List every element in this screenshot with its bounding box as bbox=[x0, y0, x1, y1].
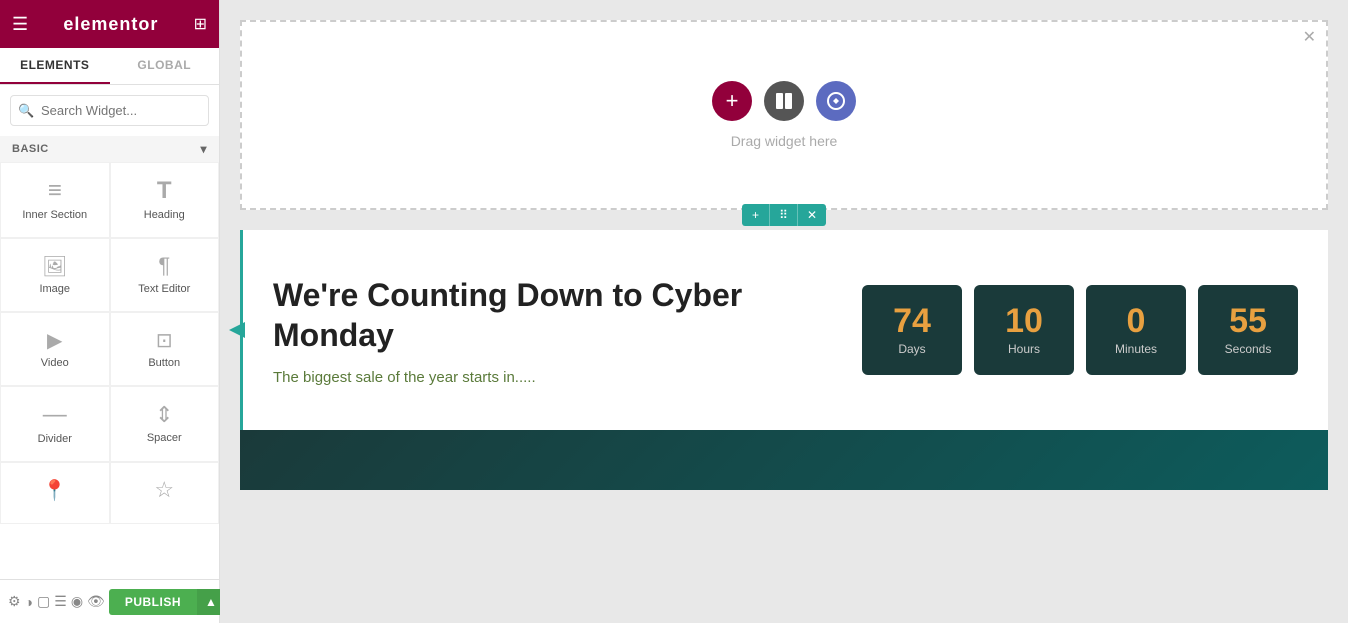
countdown-title: We're Counting Down to Cyber Monday bbox=[273, 275, 822, 355]
widget-button[interactable]: Button bbox=[110, 312, 220, 386]
image-icon bbox=[42, 255, 67, 277]
minutes-number: 0 bbox=[1127, 304, 1146, 338]
section-add-button[interactable]: + bbox=[742, 204, 770, 226]
widgets-grid: Inner Section Heading Image Text Editor … bbox=[0, 162, 219, 524]
add-section-button[interactable]: + bbox=[712, 81, 752, 121]
canvas-area: ✕ + Drag widget here + ⠿ ✕ bbox=[220, 0, 1348, 623]
add-template-button[interactable] bbox=[816, 81, 856, 121]
app-logo: elementor bbox=[63, 14, 158, 35]
widget-heading[interactable]: Heading bbox=[110, 162, 220, 238]
hours-unit: Hours bbox=[1008, 342, 1040, 356]
text-editor-icon bbox=[158, 255, 170, 277]
publish-group: PUBLISH ▲ bbox=[109, 589, 225, 615]
image-label: Image bbox=[39, 283, 70, 295]
seconds-number: 55 bbox=[1229, 304, 1267, 338]
heading-label: Heading bbox=[144, 209, 185, 221]
search-icon: 🔍 bbox=[18, 103, 34, 119]
sidebar-bottom-bar: ⚙ ◑ ▢ ☰ ◉ 👁 PUBLISH ▲ bbox=[0, 579, 219, 623]
widget-star[interactable] bbox=[110, 462, 220, 524]
preview-icon[interactable]: ▢ bbox=[37, 589, 50, 615]
widget-image[interactable]: Image bbox=[0, 238, 110, 312]
minutes-unit: Minutes bbox=[1115, 342, 1157, 356]
spacer-label: Spacer bbox=[147, 432, 182, 444]
countdown-section: We're Counting Down to Cyber Monday The … bbox=[240, 230, 1328, 430]
tab-global[interactable]: GLOBAL bbox=[110, 48, 220, 84]
inner-section-icon bbox=[48, 179, 62, 203]
settings-icon[interactable]: ⚙ bbox=[8, 589, 21, 615]
spacer-icon bbox=[155, 404, 173, 426]
hours-number: 10 bbox=[1005, 304, 1043, 338]
grid-icon[interactable]: ⊞ bbox=[194, 14, 207, 34]
sidebar: ☰ elementor ⊞ ELEMENTS GLOBAL 🔍 BASIC ▾ … bbox=[0, 0, 220, 623]
button-icon bbox=[156, 329, 173, 351]
widget-spacer[interactable]: Spacer bbox=[110, 386, 220, 462]
basic-section-label[interactable]: BASIC ▾ bbox=[0, 136, 219, 162]
search-input[interactable] bbox=[10, 95, 209, 126]
countdown-hours-box: 10 Hours bbox=[974, 285, 1074, 375]
button-label: Button bbox=[148, 357, 180, 369]
search-bar-container: 🔍 bbox=[10, 95, 209, 126]
text-editor-label: Text Editor bbox=[138, 283, 190, 295]
section-controls: + ⠿ ✕ bbox=[742, 204, 826, 226]
sidebar-tabs: ELEMENTS GLOBAL bbox=[0, 48, 219, 85]
add-layout-button[interactable] bbox=[764, 81, 804, 121]
countdown-days-box: 74 Days bbox=[862, 285, 962, 375]
widget-video[interactable]: Video bbox=[0, 312, 110, 386]
seconds-unit: Seconds bbox=[1225, 342, 1272, 356]
countdown-minutes-box: 0 Minutes bbox=[1086, 285, 1186, 375]
widget-divider[interactable]: Divider bbox=[0, 386, 110, 462]
countdown-boxes: 74 Days 10 Hours 0 Minutes 55 Seconds bbox=[862, 285, 1298, 375]
eye-icon[interactable]: 👁 bbox=[87, 589, 105, 615]
collapse-panel-button[interactable] bbox=[229, 322, 245, 338]
countdown-seconds-box: 55 Seconds bbox=[1198, 285, 1298, 375]
days-unit: Days bbox=[898, 342, 925, 356]
bottom-dark-section bbox=[240, 430, 1328, 490]
countdown-subtitle: The biggest sale of the year starts in..… bbox=[273, 369, 822, 386]
widget-map[interactable] bbox=[0, 462, 110, 524]
layers-icon[interactable]: ◑ bbox=[25, 589, 33, 615]
navigator-icon[interactable]: ☰ bbox=[54, 589, 67, 615]
basic-label-text: BASIC bbox=[12, 143, 49, 155]
close-drop-zone-button[interactable]: ✕ bbox=[1303, 30, 1316, 46]
widget-inner-section[interactable]: Inner Section bbox=[0, 162, 110, 238]
countdown-text-area: We're Counting Down to Cyber Monday The … bbox=[273, 275, 822, 386]
hamburger-icon[interactable]: ☰ bbox=[12, 14, 28, 35]
widget-text-editor[interactable]: Text Editor bbox=[110, 238, 220, 312]
map-icon bbox=[42, 479, 67, 501]
add-widget-buttons: + bbox=[712, 81, 856, 121]
days-number: 74 bbox=[893, 304, 931, 338]
chevron-down-icon: ▾ bbox=[200, 142, 207, 156]
inner-section-label: Inner Section bbox=[22, 209, 87, 221]
drag-widget-text: Drag widget here bbox=[731, 133, 838, 149]
star-icon bbox=[154, 479, 174, 501]
video-icon bbox=[47, 329, 62, 351]
responsive-icon[interactable]: ◉ bbox=[71, 589, 83, 615]
heading-icon bbox=[157, 179, 172, 203]
publish-button[interactable]: PUBLISH bbox=[109, 589, 197, 615]
divider-label: Divider bbox=[38, 433, 72, 445]
video-label: Video bbox=[41, 357, 69, 369]
sidebar-header: ☰ elementor ⊞ bbox=[0, 0, 219, 48]
section-delete-button[interactable]: ✕ bbox=[798, 204, 826, 226]
widgets-grid-wrapper: Inner Section Heading Image Text Editor … bbox=[0, 162, 219, 623]
tab-elements[interactable]: ELEMENTS bbox=[0, 48, 110, 84]
divider-icon bbox=[43, 403, 67, 427]
drop-zone-section: ✕ + Drag widget here + ⠿ ✕ bbox=[240, 20, 1328, 210]
section-move-handle[interactable]: ⠿ bbox=[770, 204, 798, 226]
